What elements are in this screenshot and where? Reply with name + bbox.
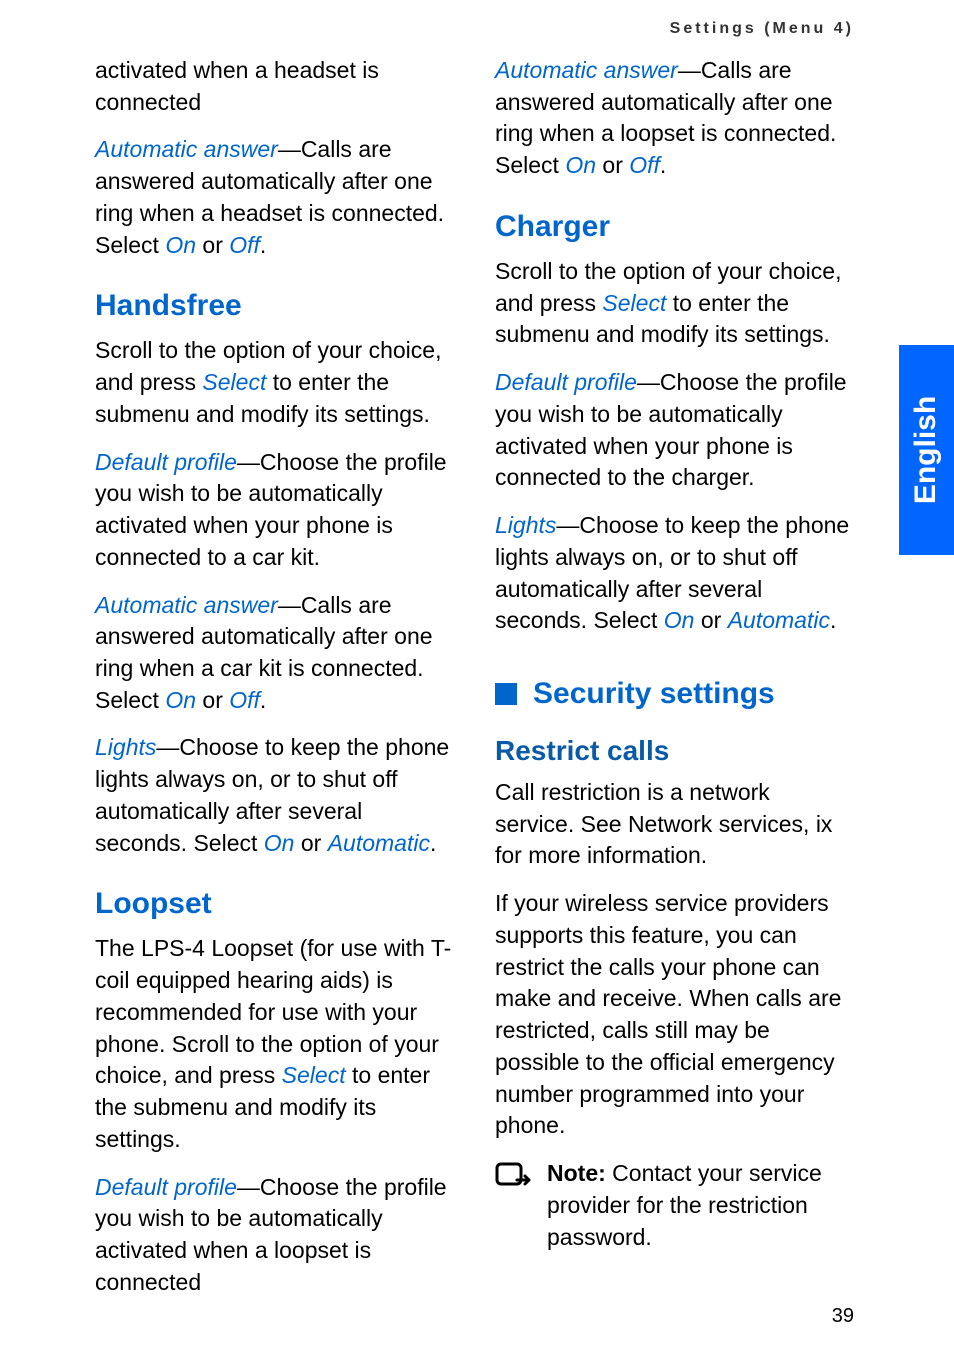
option-off: Off — [229, 687, 260, 713]
term-automatic-answer: Automatic answer — [495, 57, 678, 83]
body-text: Lights—Choose to keep the phone lights a… — [495, 510, 855, 637]
page-header: Settings (Menu 4) — [670, 20, 854, 38]
heading-loopset: Loopset — [95, 887, 455, 921]
body-text: activated when a headset is connected — [95, 55, 455, 118]
body-text: Call restriction is a network service. S… — [495, 777, 855, 872]
language-tab: English — [899, 345, 954, 555]
body-text: Scroll to the option of your choice, and… — [95, 335, 455, 430]
term-lights: Lights — [495, 512, 556, 538]
heading-security-settings: Security settings — [495, 677, 855, 711]
body-text: Default profile—Choose the profile you w… — [495, 367, 855, 494]
term-default-profile: Default profile — [95, 1174, 237, 1200]
body-text: Automatic answer—Calls are answered auto… — [495, 55, 855, 182]
option-automatic: Automatic — [728, 607, 830, 633]
option-automatic: Automatic — [328, 830, 430, 856]
language-tab-label: English — [910, 396, 944, 504]
body-text: Default profile—Choose the profile you w… — [95, 447, 455, 574]
action-select: Select — [202, 369, 266, 395]
body-text: Scroll to the option of your choice, and… — [495, 256, 855, 351]
option-on: On — [165, 687, 196, 713]
page-number: 39 — [832, 1305, 854, 1328]
right-column: Automatic answer—Calls are answered auto… — [495, 55, 855, 1315]
body-text: Lights—Choose to keep the phone lights a… — [95, 732, 455, 859]
option-off: Off — [229, 232, 260, 258]
main-content: activated when a headset is connected Au… — [95, 55, 855, 1315]
heading-charger: Charger — [495, 210, 855, 244]
note-text: Note: Contact your service provider for … — [547, 1158, 855, 1253]
note-block: Note: Contact your service provider for … — [495, 1158, 855, 1253]
term-default-profile: Default profile — [495, 369, 637, 395]
square-bullet-icon — [495, 683, 517, 705]
note-icon — [495, 1162, 533, 1194]
option-on: On — [565, 152, 596, 178]
term-automatic-answer: Automatic answer — [95, 136, 278, 162]
term-default-profile: Default profile — [95, 449, 237, 475]
action-select: Select — [282, 1062, 346, 1088]
option-off: Off — [629, 152, 660, 178]
left-column: activated when a headset is connected Au… — [95, 55, 455, 1315]
heading-restrict-calls: Restrict calls — [495, 735, 855, 767]
option-on: On — [165, 232, 196, 258]
body-text: If your wireless service providers suppo… — [495, 888, 855, 1142]
term-lights: Lights — [95, 734, 156, 760]
heading-handsfree: Handsfree — [95, 289, 455, 323]
body-text: Automatic answer—Calls are answered auto… — [95, 134, 455, 261]
option-on: On — [664, 607, 695, 633]
action-select: Select — [602, 290, 666, 316]
option-on: On — [264, 830, 295, 856]
body-text: Automatic answer—Calls are answered auto… — [95, 590, 455, 717]
term-automatic-answer: Automatic answer — [95, 592, 278, 618]
body-text: The LPS-4 Loopset (for use with T-coil e… — [95, 933, 455, 1155]
body-text: Default profile—Choose the profile you w… — [95, 1172, 455, 1299]
